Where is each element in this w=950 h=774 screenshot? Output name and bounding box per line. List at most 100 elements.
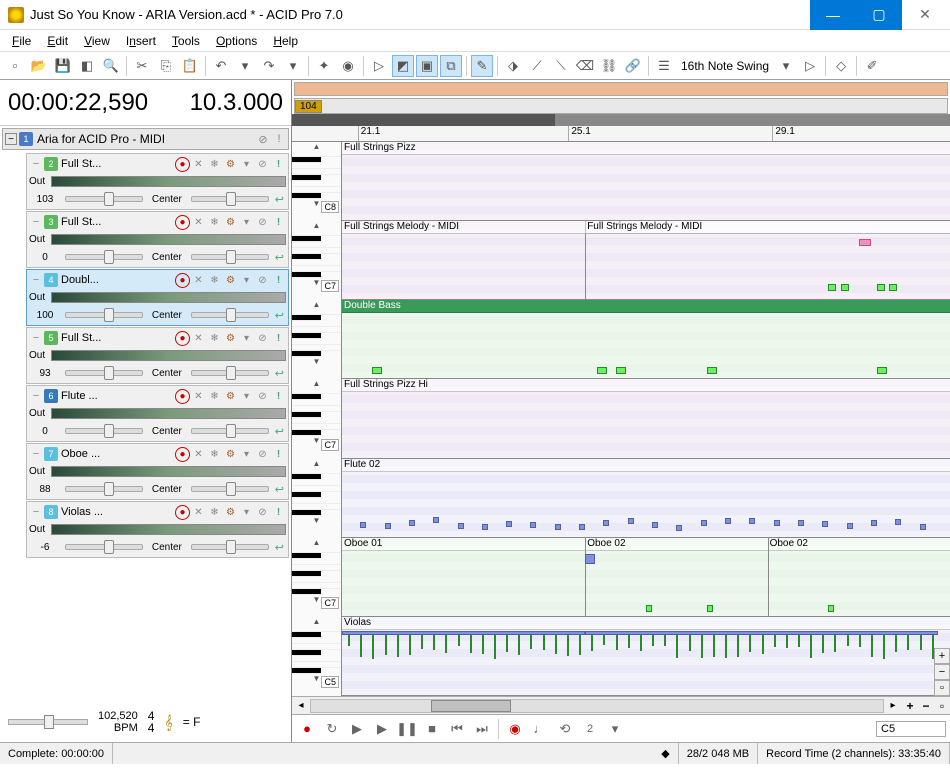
menu-tools[interactable]: Tools	[164, 32, 208, 50]
track-row[interactable]: −3Full St...●✕❄⚙▾⊘!Out0Center↩	[26, 211, 289, 268]
mute-icon[interactable]: ⊘	[255, 157, 270, 172]
fx-gear-icon[interactable]: ⚙	[223, 447, 238, 462]
solo-icon[interactable]: !	[271, 273, 286, 288]
track-name[interactable]: Full St...	[59, 158, 174, 170]
solo-icon[interactable]: !	[271, 157, 286, 172]
undo-button[interactable]: ↶	[210, 55, 232, 77]
clip-header[interactable]: Full Strings Pizz Hi	[342, 379, 950, 392]
help-button[interactable]: ✐	[861, 55, 883, 77]
pan-value[interactable]: Center	[149, 542, 185, 553]
octave-down-icon[interactable]: ▼	[292, 516, 341, 525]
track-row[interactable]: −8Violas ...●✕❄⚙▾⊘!Out-6Center↩	[26, 501, 289, 558]
track-row[interactable]: −7Oboe ...●✕❄⚙▾⊘!Out88Center↩	[26, 443, 289, 500]
hzoom-fit[interactable]: ▫	[934, 699, 950, 713]
pan-slider[interactable]	[191, 312, 269, 318]
close-button[interactable]: ✕	[902, 0, 948, 30]
menu-view[interactable]: View	[76, 32, 118, 50]
pan-slider[interactable]	[191, 254, 269, 260]
pan-slider[interactable]	[191, 370, 269, 376]
menu-file[interactable]: File	[4, 32, 39, 50]
redo-drop[interactable]: ▾	[282, 55, 304, 77]
snap-button[interactable]: ✦	[313, 55, 335, 77]
freeze-icon[interactable]: ❄	[207, 273, 222, 288]
clip-header[interactable]: Oboe 01	[342, 538, 585, 551]
scroll-right[interactable]: ▸	[884, 700, 902, 711]
volume-slider[interactable]	[65, 196, 143, 202]
track-row[interactable]: −5Full St...●✕❄⚙▾⊘!Out93Center↩	[26, 327, 289, 384]
scroll-track[interactable]	[310, 699, 884, 713]
go-start-button[interactable]: ⏮	[446, 718, 468, 740]
properties-button[interactable]: ◧	[76, 55, 98, 77]
clip-lane[interactable]: Double Bass	[342, 300, 950, 379]
minimize-button[interactable]: —	[810, 0, 856, 30]
solo-icon[interactable]: !	[272, 132, 286, 146]
track-row[interactable]: −4Doubl...●✕❄⚙▾⊘!Out100Center↩	[26, 269, 289, 326]
play-button[interactable]: ▶	[371, 718, 393, 740]
swing-label[interactable]: 16th Note Swing	[677, 59, 773, 73]
clip-header[interactable]: Oboe 02	[768, 538, 950, 551]
tool-select[interactable]: ▣	[416, 55, 438, 77]
arm-record-icon[interactable]: ●	[175, 157, 190, 172]
volume-value[interactable]: 88	[31, 484, 59, 495]
fx-gear-icon[interactable]: ⚙	[223, 215, 238, 230]
track-name[interactable]: Flute ...	[59, 390, 174, 402]
collapse-icon[interactable]: −	[29, 273, 43, 287]
mute-icon[interactable]: ⊘	[255, 505, 270, 520]
event-tool-2[interactable]: ⟋	[526, 55, 548, 77]
clip-header[interactable]: Full Strings Melody - MIDI	[585, 221, 950, 234]
hzoom-in[interactable]: +	[902, 699, 918, 713]
swing-drop[interactable]: ▾	[775, 55, 797, 77]
save-button[interactable]: 💾	[52, 55, 74, 77]
tool-draw[interactable]: ▷	[368, 55, 390, 77]
automation-icon[interactable]: ↩	[275, 367, 284, 380]
piano-roll-segment[interactable]: ▲C7▼	[292, 538, 341, 617]
octave-up-icon[interactable]: ▲	[292, 379, 341, 388]
arm-record-icon[interactable]: ●	[175, 505, 190, 520]
input-icon[interactable]: ✕	[191, 331, 206, 346]
metronome-button[interactable]: ◉	[504, 718, 526, 740]
input-icon[interactable]: ✕	[191, 389, 206, 404]
clip-lane[interactable]: Full Strings Pizz Hi	[342, 379, 950, 458]
freeze-icon[interactable]: ❄	[207, 331, 222, 346]
fx-drop-icon[interactable]: ▾	[239, 331, 254, 346]
solo-icon[interactable]: !	[271, 447, 286, 462]
volume-slider[interactable]	[65, 254, 143, 260]
volume-value[interactable]: 93	[31, 368, 59, 379]
volume-slider[interactable]	[65, 544, 143, 550]
tool-pencil[interactable]: ✎	[471, 55, 493, 77]
octave-down-icon[interactable]: ▼	[292, 357, 341, 366]
pan-slider[interactable]	[191, 486, 269, 492]
menu-help[interactable]: Help	[265, 32, 306, 50]
freeze-icon[interactable]: ❄	[207, 447, 222, 462]
track-row[interactable]: −2Full St...●✕❄⚙▾⊘!Out103Center↩	[26, 153, 289, 210]
chain-button[interactable]: ⛓	[598, 55, 620, 77]
octave-up-icon[interactable]: ▲	[292, 221, 341, 230]
pitch-input[interactable]: C5	[876, 721, 946, 737]
pan-slider[interactable]	[191, 544, 269, 550]
volume-value[interactable]: 0	[31, 252, 59, 263]
octave-up-icon[interactable]: ▲	[292, 459, 341, 468]
clip-header[interactable]: Flute 02	[342, 459, 950, 472]
mute-icon[interactable]: ⊘	[255, 215, 270, 230]
fx-gear-icon[interactable]: ⚙	[223, 389, 238, 404]
fx-drop-icon[interactable]: ▾	[239, 389, 254, 404]
piano-roll-segment[interactable]: ▲▼	[292, 300, 341, 379]
play-start-button[interactable]: ▶	[346, 718, 368, 740]
quantize-button[interactable]: ☰	[653, 55, 675, 77]
pause-button[interactable]: ❚❚	[396, 718, 418, 740]
preview-button[interactable]: 🔍	[100, 55, 122, 77]
pan-slider[interactable]	[191, 428, 269, 434]
collapse-icon[interactable]: −	[29, 447, 43, 461]
piano-roll-segment[interactable]: ▲▼	[292, 459, 341, 538]
collapse-icon[interactable]: −	[29, 331, 43, 345]
mute-icon[interactable]: ⊘	[255, 273, 270, 288]
arm-record-icon[interactable]: ●	[175, 389, 190, 404]
event-tool-1[interactable]: ⬗	[502, 55, 524, 77]
fx-drop-icon[interactable]: ▾	[239, 273, 254, 288]
tool-time[interactable]: ⧉	[440, 55, 462, 77]
timecode-value[interactable]: 00:00:22,590	[8, 89, 148, 117]
scroll-thumb[interactable]	[431, 700, 511, 712]
piano-roll-segment[interactable]: ▲C7▼	[292, 221, 341, 300]
marker-tool[interactable]: ◇	[830, 55, 852, 77]
lock-env-button[interactable]: ◉	[337, 55, 359, 77]
